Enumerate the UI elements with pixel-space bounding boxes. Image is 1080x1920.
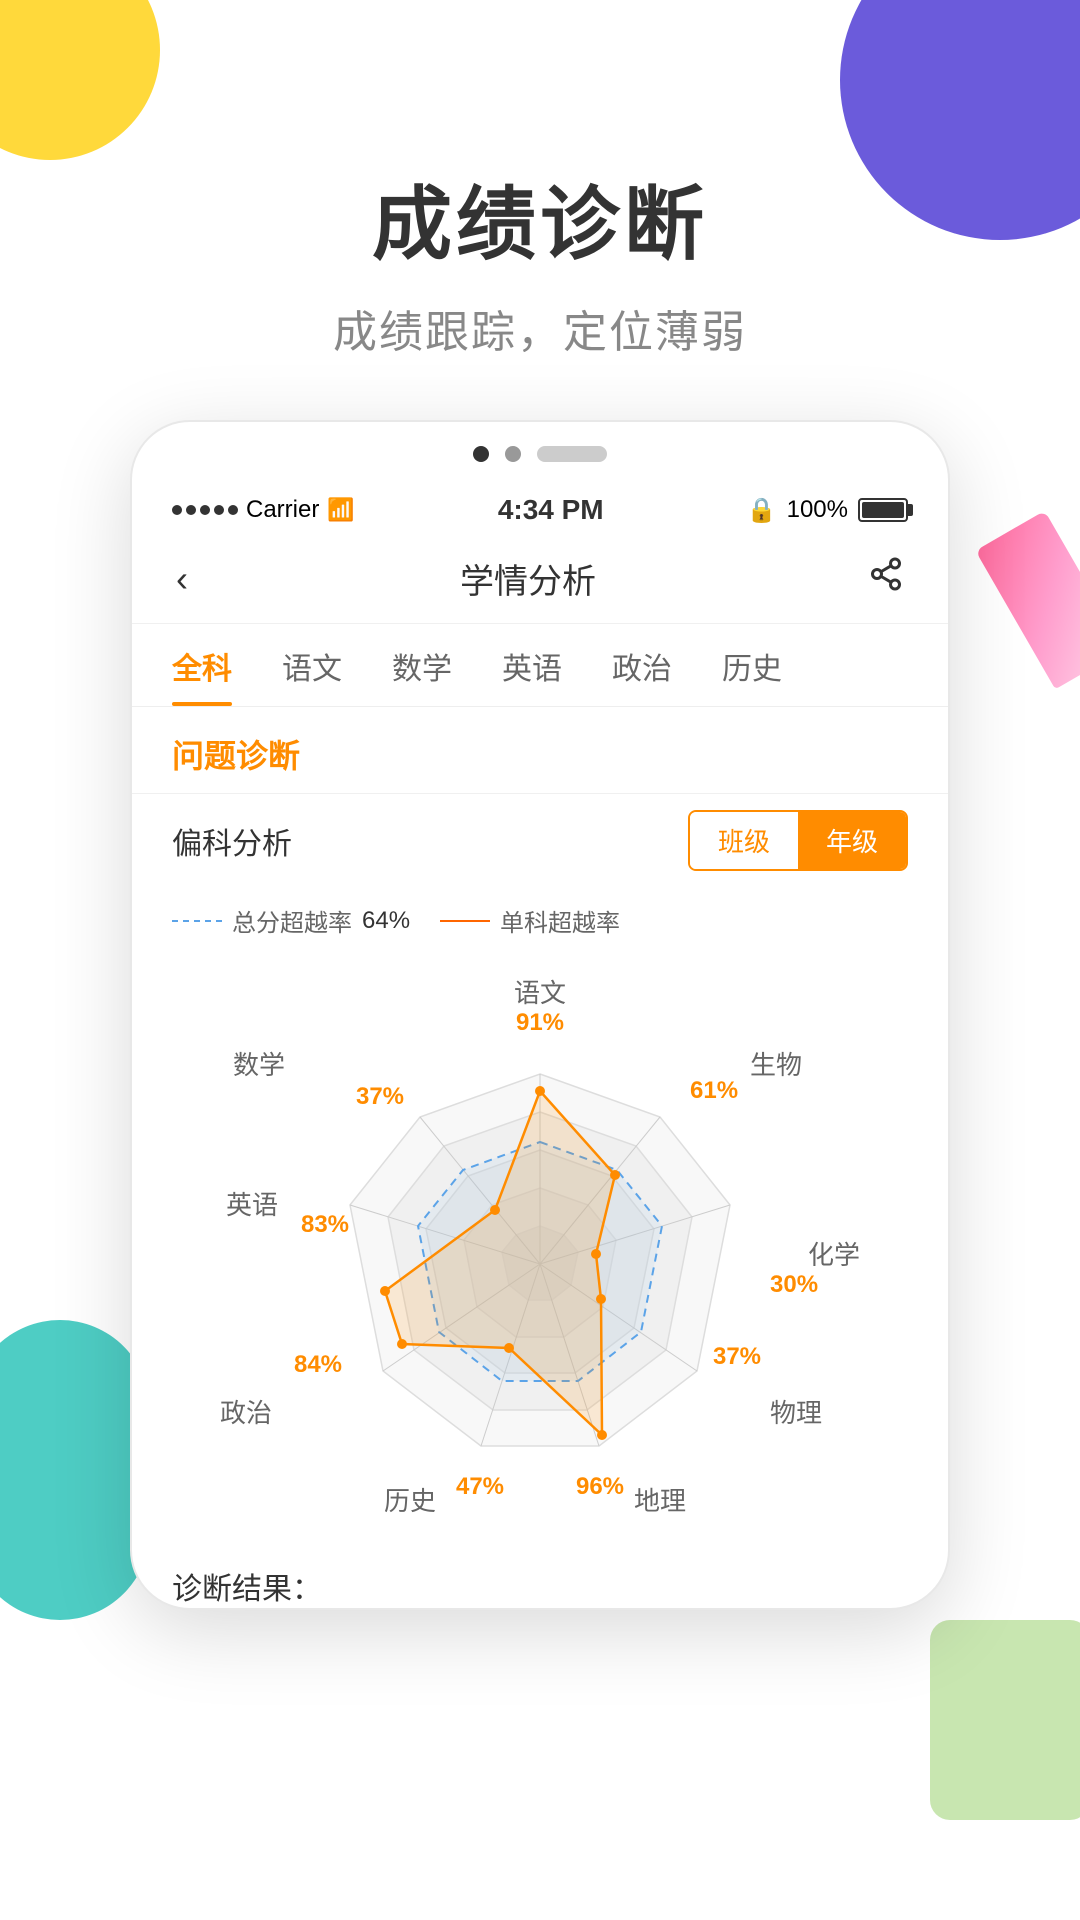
analysis-header: 偏科分析 班级 年级 <box>132 793 948 887</box>
dot-2 <box>505 446 521 462</box>
tab-history[interactable]: 历史 <box>722 644 782 706</box>
legend-blue-line <box>172 920 222 922</box>
share-button[interactable] <box>868 556 904 601</box>
toggle-group: 班级 年级 <box>688 810 908 871</box>
phone-mockup-wrapper: Carrier 📶 4:34 PM 🔒 100% ‹ 学情分析 <box>0 420 1080 1610</box>
section-title-problem: 问题诊断 <box>132 707 948 793</box>
signal-icon <box>172 505 238 515</box>
svg-text:91%: 91% <box>516 1009 564 1036</box>
tab-bar: 全科 语文 数学 英语 政治 历史 <box>132 624 948 707</box>
svg-text:30%: 30% <box>770 1271 818 1298</box>
status-bar: Carrier 📶 4:34 PM 🔒 100% <box>132 478 948 534</box>
battery-bar <box>858 498 908 522</box>
legend-subject-label: 单科超越率 <box>500 903 620 938</box>
carrier-label: Carrier <box>246 496 319 524</box>
diagnosis-label: 诊断结果： <box>172 1573 322 1606</box>
hero-section: 成绩诊断 成绩跟踪，定位薄弱 <box>0 0 1080 420</box>
battery-fill <box>862 502 904 518</box>
tab-all[interactable]: 全科 <box>172 644 232 706</box>
dot-3 <box>537 446 607 462</box>
legend-orange-line <box>440 920 490 922</box>
svg-text:47%: 47% <box>456 1473 504 1500</box>
analysis-label: 偏科分析 <box>172 819 292 863</box>
legend-total: 总分超越率 64% <box>172 903 410 938</box>
svg-text:61%: 61% <box>690 1077 738 1104</box>
battery-icon <box>858 498 908 522</box>
status-left: Carrier 📶 <box>172 496 355 524</box>
svg-text:37%: 37% <box>356 1083 404 1110</box>
phone-mockup: Carrier 📶 4:34 PM 🔒 100% ‹ 学情分析 <box>130 420 950 1610</box>
toggle-grade[interactable]: 年级 <box>798 812 906 869</box>
battery-percent: 100% <box>787 496 848 524</box>
legend-subject: 单科超越率 <box>440 903 620 938</box>
svg-text:84%: 84% <box>294 1351 342 1378</box>
svg-text:37%: 37% <box>713 1343 761 1370</box>
svg-text:地理: 地理 <box>634 1486 686 1516</box>
svg-text:政治: 政治 <box>220 1398 272 1428</box>
svg-text:83%: 83% <box>301 1211 349 1238</box>
svg-text:96%: 96% <box>576 1473 624 1500</box>
svg-text:数学: 数学 <box>233 1050 285 1080</box>
hero-title: 成绩诊断 <box>0 160 1080 276</box>
radar-grid <box>350 1074 730 1446</box>
tab-math[interactable]: 数学 <box>392 644 452 706</box>
svg-text:化学: 化学 <box>808 1240 860 1270</box>
legend-total-label: 总分超越率 <box>232 903 352 938</box>
pagination <box>132 422 948 478</box>
status-time: 4:34 PM <box>498 494 604 526</box>
svg-text:语文: 语文 <box>514 978 566 1008</box>
svg-text:英语: 英语 <box>226 1190 278 1220</box>
nav-title: 学情分析 <box>460 554 596 603</box>
status-right: 🔒 100% <box>747 496 908 525</box>
dot-1 <box>473 446 489 462</box>
lock-icon: 🔒 <box>747 496 777 525</box>
tab-politics[interactable]: 政治 <box>612 644 672 706</box>
nav-bar: ‹ 学情分析 <box>132 534 948 624</box>
toggle-class[interactable]: 班级 <box>690 812 798 869</box>
legend: 总分超越率 64% 单科超越率 <box>132 887 948 954</box>
svg-text:生物: 生物 <box>750 1050 802 1080</box>
tab-english[interactable]: 英语 <box>502 644 562 706</box>
radar-chart: 语文 91% 生物 61% 化学 30% 物理 37% 地理 96% 历史 47… <box>170 974 910 1534</box>
tab-chinese[interactable]: 语文 <box>282 644 342 706</box>
svg-text:物理: 物理 <box>770 1398 822 1428</box>
svg-text:历史: 历史 <box>384 1486 436 1516</box>
bg-green-shape <box>930 1620 1080 1820</box>
back-button[interactable]: ‹ <box>176 558 188 600</box>
wifi-icon: 📶 <box>327 497 354 523</box>
diagnosis-section: 诊断结果： <box>132 1544 948 1608</box>
legend-total-value: 64% <box>362 907 410 935</box>
hero-subtitle: 成绩跟踪，定位薄弱 <box>0 296 1080 360</box>
radar-chart-container: 语文 91% 生物 61% 化学 30% 物理 37% 地理 96% 历史 47… <box>132 954 948 1544</box>
